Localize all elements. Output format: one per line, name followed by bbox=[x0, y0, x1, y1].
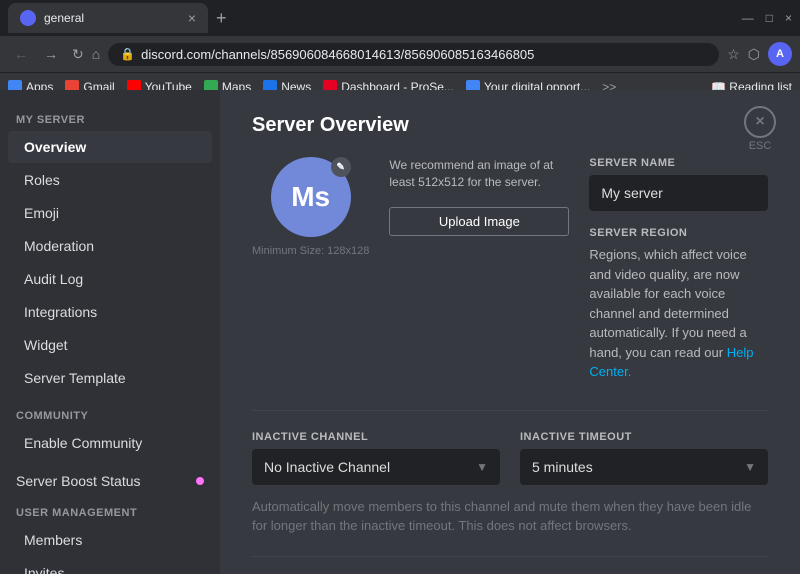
esc-circle-icon: × bbox=[744, 106, 776, 138]
server-region-label: SERVER REGION bbox=[589, 227, 768, 239]
minimize-button[interactable]: — bbox=[742, 11, 754, 25]
server-icon-area: Ms ✎ Minimum Size: 128x128 bbox=[252, 157, 369, 257]
edit-pencil-icon: ✎ bbox=[336, 162, 344, 173]
profile-avatar[interactable]: A bbox=[768, 42, 792, 66]
sidebar-item-roles[interactable]: Roles bbox=[8, 164, 212, 196]
page-title: Server Overview bbox=[252, 114, 768, 137]
nav-arrows: ← → bbox=[8, 44, 64, 64]
sidebar-item-overview[interactable]: Overview bbox=[8, 131, 212, 163]
inactive-help-text: Automatically move members to this chann… bbox=[252, 497, 768, 536]
forward-button[interactable]: → bbox=[38, 44, 64, 64]
tab-favicon bbox=[20, 10, 36, 26]
server-region-section: SERVER REGION Regions, which affect voic… bbox=[589, 227, 768, 382]
maximize-button[interactable]: □ bbox=[766, 11, 773, 25]
home-button[interactable]: ⌂ bbox=[92, 46, 100, 62]
sidebar-item-invites[interactable]: Invites bbox=[8, 557, 212, 574]
sidebar-item-moderation-label: Moderation bbox=[24, 238, 94, 254]
sidebar-item-enable-community[interactable]: Enable Community bbox=[8, 427, 212, 459]
lock-icon: 🔒 bbox=[120, 47, 135, 61]
nav-actions: ☆ ⬡ A bbox=[727, 42, 792, 66]
sidebar-item-members[interactable]: Members bbox=[8, 524, 212, 556]
my-server-label: MY SERVER bbox=[0, 106, 220, 130]
server-boost-section: Server Boost Status bbox=[8, 467, 212, 495]
back-button[interactable]: ← bbox=[8, 44, 34, 64]
esc-button[interactable]: × ESC bbox=[744, 106, 776, 152]
divider-1 bbox=[252, 410, 768, 411]
sidebar-item-integrations[interactable]: Integrations bbox=[8, 296, 212, 328]
sidebar-item-emoji[interactable]: Emoji bbox=[8, 197, 212, 229]
window-controls: — □ × bbox=[742, 11, 792, 25]
server-boost-label: Server Boost Status bbox=[16, 473, 141, 489]
sidebar-item-moderation[interactable]: Moderation bbox=[8, 230, 212, 262]
address-bar[interactable]: 🔒 discord.com/channels/85690608466801461… bbox=[108, 43, 719, 66]
refresh-button[interactable]: ↻ bbox=[72, 46, 84, 63]
sidebar-item-integrations-label: Integrations bbox=[24, 304, 97, 320]
community-label: COMMUNITY bbox=[0, 402, 220, 426]
browser-tab[interactable]: general × bbox=[8, 3, 208, 33]
boost-dot-icon bbox=[196, 477, 204, 485]
inactive-timeout-value: 5 minutes bbox=[532, 459, 593, 475]
inactive-timeout-col: INACTIVE TIMEOUT 5 minutes ▼ bbox=[520, 431, 768, 485]
server-icon-initials: Ms bbox=[291, 181, 330, 213]
upload-image-button[interactable]: Upload Image bbox=[389, 207, 569, 236]
esc-label: ESC bbox=[749, 140, 772, 152]
main-content: × ESC Server Overview Ms ✎ Minimum Size:… bbox=[220, 90, 800, 574]
sidebar-item-members-label: Members bbox=[24, 532, 82, 548]
inactive-channel-arrow-icon: ▼ bbox=[476, 460, 488, 474]
server-overview-row: Ms ✎ Minimum Size: 128x128 We recommend … bbox=[252, 157, 768, 386]
window-close-button[interactable]: × bbox=[785, 11, 792, 25]
inactive-channel-dropdown[interactable]: No Inactive Channel ▼ bbox=[252, 449, 500, 485]
sidebar-item-server-template[interactable]: Server Template bbox=[8, 362, 212, 394]
sidebar-item-server-template-label: Server Template bbox=[24, 370, 126, 386]
sidebar-item-audit-label: Audit Log bbox=[24, 271, 83, 287]
new-tab-button[interactable]: + bbox=[216, 8, 227, 29]
sidebar-item-widget-label: Widget bbox=[24, 337, 68, 353]
edit-icon-button[interactable]: ✎ bbox=[331, 157, 351, 177]
server-icon: Ms ✎ bbox=[271, 157, 351, 237]
server-region-desc: Regions, which affect voice and video qu… bbox=[589, 245, 768, 382]
sidebar-item-community-label: Enable Community bbox=[24, 435, 142, 451]
server-name-label: SERVER NAME bbox=[589, 157, 768, 169]
url-text: discord.com/channels/856906084668014613/… bbox=[141, 47, 534, 62]
sidebar-item-overview-label: Overview bbox=[24, 139, 86, 155]
server-icon-minimum-label: Minimum Size: 128x128 bbox=[252, 245, 369, 257]
inactive-channel-col: INACTIVE CHANNEL No Inactive Channel ▼ bbox=[252, 431, 500, 485]
server-name-input[interactable] bbox=[589, 175, 768, 211]
sidebar-item-audit-log[interactable]: Audit Log bbox=[8, 263, 212, 295]
community-section: COMMUNITY Enable Community bbox=[0, 402, 220, 459]
inactive-row: INACTIVE CHANNEL No Inactive Channel ▼ I… bbox=[252, 431, 768, 485]
inactive-timeout-arrow-icon: ▼ bbox=[744, 460, 756, 474]
server-fields: SERVER NAME SERVER REGION Regions, which… bbox=[589, 157, 768, 386]
sidebar-item-widget[interactable]: Widget bbox=[8, 329, 212, 361]
user-management-label: USER MANAGEMENT bbox=[0, 499, 220, 523]
extensions-icon[interactable]: ⬡ bbox=[748, 46, 760, 63]
star-icon[interactable]: ☆ bbox=[727, 46, 740, 63]
sidebar-item-invites-label: Invites bbox=[24, 565, 64, 574]
server-icon-recommendation: We recommend an image of at least 512x51… bbox=[389, 157, 569, 191]
esc-x-char: × bbox=[755, 113, 764, 131]
sidebar-item-roles-label: Roles bbox=[24, 172, 60, 188]
server-icon-upload-area: We recommend an image of at least 512x51… bbox=[389, 157, 569, 236]
server-boost-row[interactable]: Server Boost Status bbox=[16, 473, 204, 489]
my-server-section: MY SERVER Overview Roles Emoji Moderatio… bbox=[0, 106, 220, 394]
inactive-timeout-label: INACTIVE TIMEOUT bbox=[520, 431, 768, 443]
user-management-section: USER MANAGEMENT Members Invites Bans bbox=[0, 499, 220, 574]
tab-title: general bbox=[44, 11, 180, 25]
sidebar-item-emoji-label: Emoji bbox=[24, 205, 59, 221]
inactive-channel-value: No Inactive Channel bbox=[264, 459, 390, 475]
tab-close-button[interactable]: × bbox=[188, 10, 196, 26]
inactive-channel-label: INACTIVE CHANNEL bbox=[252, 431, 500, 443]
inactive-timeout-dropdown[interactable]: 5 minutes ▼ bbox=[520, 449, 768, 485]
sidebar: MY SERVER Overview Roles Emoji Moderatio… bbox=[0, 90, 220, 574]
divider-2 bbox=[252, 556, 768, 557]
